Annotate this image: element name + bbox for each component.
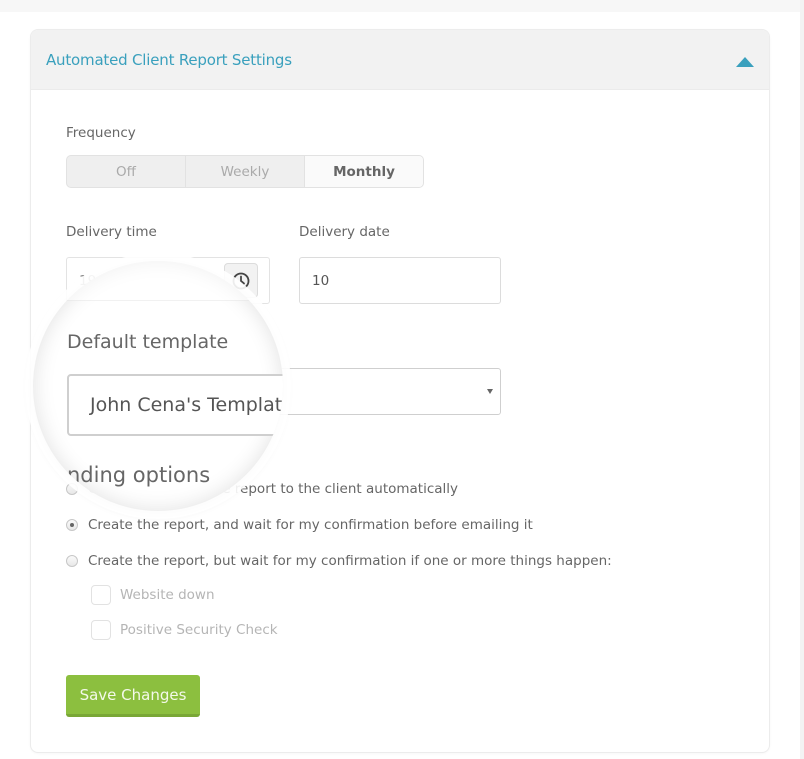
- sending-option-conditional[interactable]: Create the report, but wait for my confi…: [66, 553, 612, 569]
- frequency-off-button[interactable]: Off: [67, 156, 186, 187]
- radio-wait-confirmation[interactable]: [66, 519, 78, 531]
- magnifier-lens: Default template John Cena's Templat ndi…: [33, 261, 283, 511]
- checkbox-website-down[interactable]: [91, 585, 111, 605]
- condition-security-check-label: Positive Security Check: [120, 622, 278, 638]
- delivery-date-input[interactable]: 10: [299, 257, 501, 304]
- condition-security-check[interactable]: Positive Security Check: [91, 620, 278, 640]
- frequency-toggle: Off Weekly Monthly: [66, 155, 424, 188]
- default-template-value: John Cena's Templat: [90, 394, 283, 416]
- delivery-time-label: Delivery time: [66, 224, 157, 240]
- checkbox-security-check[interactable]: [91, 620, 111, 640]
- lens-time-input-edge: [66, 261, 270, 301]
- dropdown-arrow-icon: [487, 389, 493, 394]
- lens-template-select[interactable]: John Cena's Templat: [67, 374, 283, 436]
- sending-option-wait-confirmation-label: Create the report, and wait for my confi…: [88, 517, 533, 533]
- sending-options-heading: nding options: [67, 463, 211, 487]
- sending-option-conditional-label: Create the report, but wait for my confi…: [88, 553, 612, 569]
- delivery-date-value: 10: [312, 272, 330, 289]
- top-bar: [0, 0, 800, 12]
- scrollbar-track[interactable]: [800, 0, 804, 759]
- sending-option-wait-confirmation[interactable]: Create the report, and wait for my confi…: [66, 517, 533, 533]
- condition-website-down-label: Website down: [120, 587, 215, 603]
- delivery-date-label: Delivery date: [299, 224, 390, 240]
- panel-header[interactable]: Automated Client Report Settings: [31, 30, 769, 90]
- panel-title: Automated Client Report Settings: [46, 50, 292, 69]
- default-template-label: Default template: [67, 331, 229, 353]
- frequency-monthly-button[interactable]: Monthly: [305, 156, 423, 187]
- frequency-label: Frequency: [66, 125, 136, 141]
- save-changes-button[interactable]: Save Changes: [66, 675, 200, 717]
- caret-up-icon[interactable]: [736, 56, 754, 67]
- condition-website-down[interactable]: Website down: [91, 585, 215, 605]
- radio-conditional[interactable]: [66, 555, 78, 567]
- frequency-weekly-button[interactable]: Weekly: [186, 156, 305, 187]
